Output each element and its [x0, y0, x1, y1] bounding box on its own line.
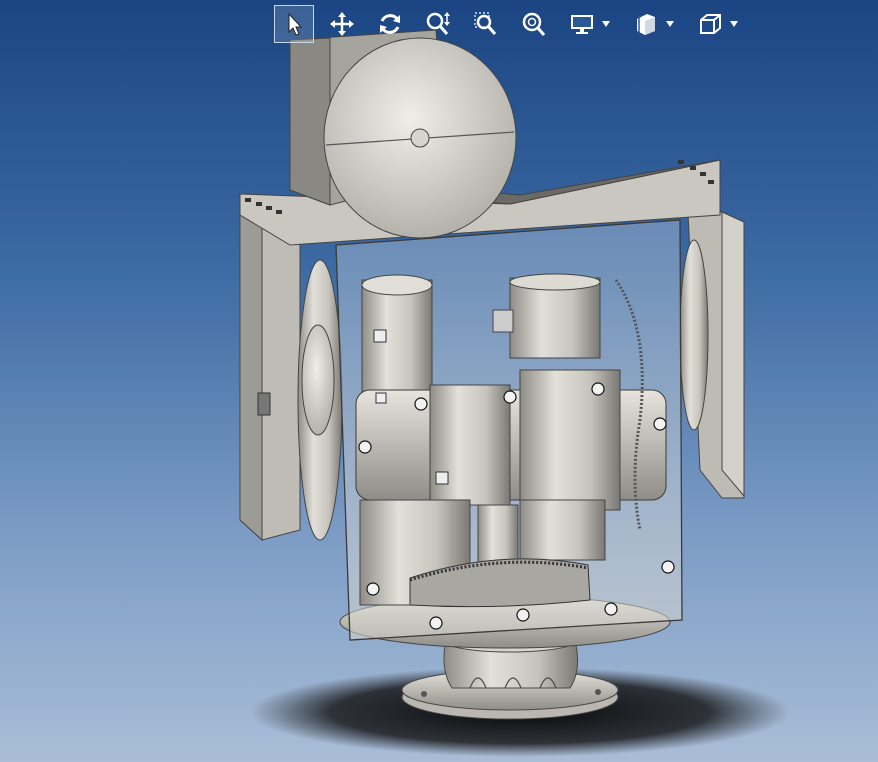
section-box-icon: [637, 14, 655, 35]
zoom-window-button[interactable]: [466, 5, 506, 43]
pan-arrows-icon: [330, 12, 354, 36]
chevron-down-icon: [666, 21, 674, 27]
view-orientation-button[interactable]: [690, 5, 730, 43]
display-mode-button[interactable]: [562, 5, 602, 43]
pan-tool-button[interactable]: [322, 5, 362, 43]
3d-viewport[interactable]: [0, 0, 878, 762]
left-arm[interactable]: [239, 194, 343, 542]
right-arm[interactable]: [679, 211, 745, 499]
rotate-tool-button[interactable]: [370, 5, 410, 43]
monitor-icon: [571, 15, 593, 34]
cube-icon: [700, 14, 721, 34]
rotate-icon: [380, 14, 400, 34]
chevron-down-icon: [602, 21, 610, 27]
cad-model[interactable]: [0, 0, 878, 762]
zoom-fit-button[interactable]: [514, 5, 554, 43]
chevron-down-icon: [730, 21, 738, 27]
zoom-updown-icon: [426, 12, 450, 35]
select-tool-button[interactable]: [274, 5, 314, 43]
cursor-arrow-icon: [288, 12, 303, 36]
zoom-window-icon: [474, 12, 497, 35]
view-toolbar: [274, 4, 754, 44]
zoom-fit-icon: [522, 12, 546, 36]
section-view-button[interactable]: [626, 5, 666, 43]
zoom-tool-button[interactable]: [418, 5, 458, 43]
